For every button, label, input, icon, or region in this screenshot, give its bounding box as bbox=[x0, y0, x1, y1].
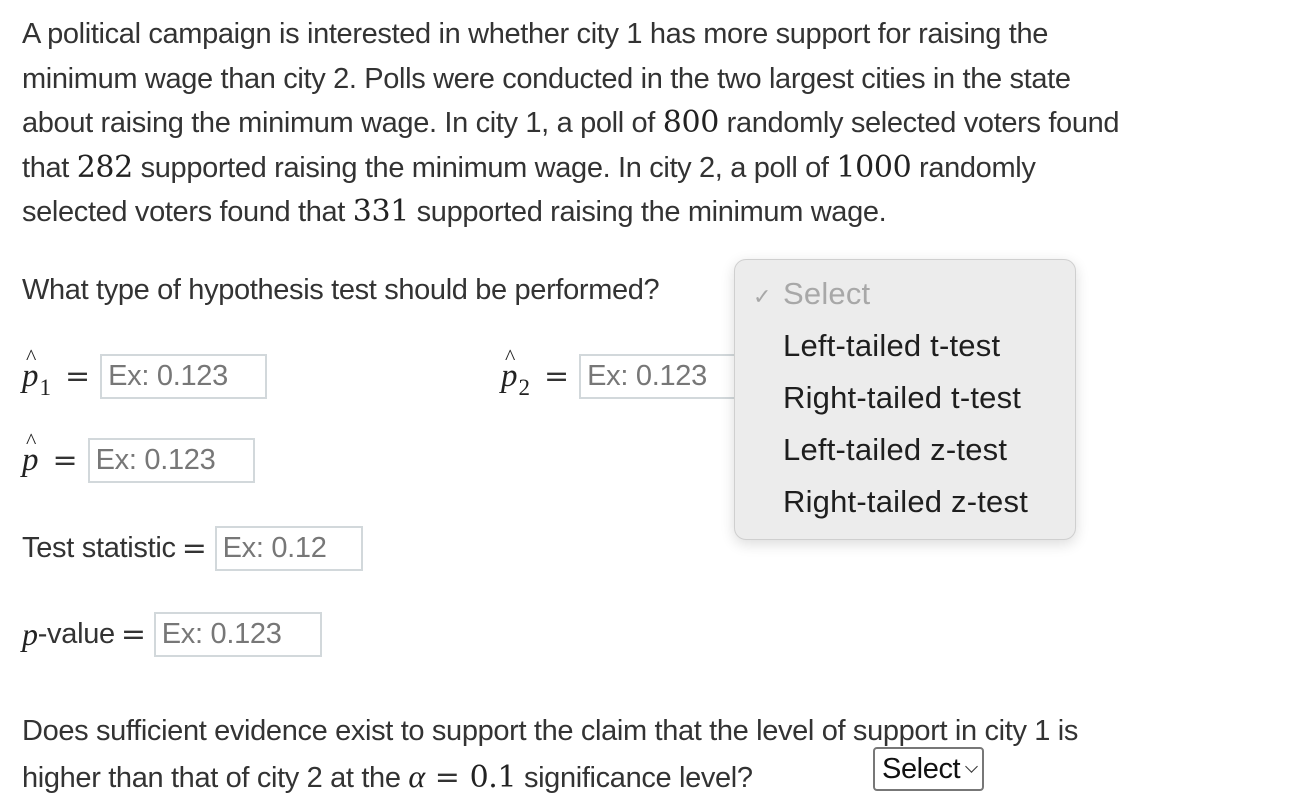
test-type-option-left-t[interactable]: Left-tailed t-test bbox=[783, 328, 1000, 364]
problem-line-5: selected voters found that 331 supported… bbox=[22, 190, 1272, 235]
equals-sign: = bbox=[52, 443, 78, 478]
p-hat-row: ^ p = bbox=[22, 428, 255, 483]
p1-hat-input[interactable] bbox=[100, 354, 268, 399]
alpha-symbol: α bbox=[408, 757, 425, 794]
test-type-option-right-z[interactable]: Right-tailed z-test bbox=[783, 484, 1028, 520]
checkmark-icon: ✓ bbox=[753, 284, 772, 309]
p-hat-input[interactable] bbox=[87, 438, 255, 483]
equals-sign: = bbox=[181, 531, 207, 566]
p-value-label: -value bbox=[37, 618, 115, 650]
problem-line-3: about raising the minimum wage. In city … bbox=[22, 101, 1272, 146]
conclusion-line-1: Does sufficient evidence exist to suppor… bbox=[22, 715, 1079, 747]
problem-text: supported raising the minimum wage. In c… bbox=[132, 151, 837, 184]
hat-accent: ^ bbox=[26, 344, 37, 369]
problem-text: randomly bbox=[911, 151, 1036, 184]
alpha-value: 0.1 bbox=[469, 759, 517, 795]
p2-hat-input[interactable] bbox=[579, 354, 747, 399]
hat-accent: ^ bbox=[505, 344, 516, 369]
hat-accent: ^ bbox=[26, 428, 37, 453]
successes-city-1: 282 bbox=[76, 149, 134, 185]
problem-text: supported raising the minimum wage. bbox=[408, 196, 887, 229]
test-type-option-select[interactable]: Select bbox=[783, 276, 870, 312]
conclusion-line-2: higher than that of city 2 at the α = 0.1 … bbox=[22, 754, 1272, 801]
test-type-row: What type of hypothesis test should be p… bbox=[22, 274, 660, 307]
conclusion-select[interactable]: Select bbox=[873, 747, 985, 791]
problem-text: that bbox=[22, 151, 77, 184]
equals-sign: = bbox=[120, 617, 146, 652]
problem-line-1: A political campaign is interested in wh… bbox=[22, 18, 1049, 50]
p-value-symbol: p bbox=[22, 616, 38, 652]
conclusion-question: Does sufficient evidence exist to suppor… bbox=[22, 709, 1272, 800]
successes-city-2: 331 bbox=[352, 194, 410, 230]
problem-text: selected voters found that bbox=[22, 196, 353, 229]
test-statistic-label: Test statistic bbox=[22, 532, 176, 564]
p-value-input[interactable] bbox=[153, 612, 322, 657]
conclusion-text: higher than that of city 2 at the bbox=[22, 761, 409, 794]
p1-hat-symbol: ^ p1 bbox=[22, 344, 51, 400]
test-statistic-row: Test statistic = bbox=[22, 526, 363, 571]
sample-size-city-2: 1000 bbox=[836, 149, 912, 185]
problem-line-2: minimum wage than city 2. Polls were con… bbox=[22, 62, 1071, 95]
problem-line-4: that 282 supported raising the minimum w… bbox=[22, 146, 1272, 191]
sample-size-city-1: 800 bbox=[662, 105, 720, 141]
subscript: 1 bbox=[39, 375, 52, 400]
test-type-dropdown-menu[interactable]: ✓ Select Left-tailed t-test Right-tailed… bbox=[734, 259, 1076, 540]
p-value-row: p -value = bbox=[22, 612, 322, 657]
p1-hat-row: ^ p1 = bbox=[22, 344, 268, 400]
equals-sign: = bbox=[434, 759, 460, 795]
conclusion-select-label: Select bbox=[882, 752, 961, 785]
p2-hat-row: ^ p2 = bbox=[501, 344, 747, 400]
test-type-option-right-t[interactable]: Right-tailed t-test bbox=[783, 380, 1021, 416]
test-type-question: What type of hypothesis test should be p… bbox=[22, 274, 660, 306]
chevron-down-icon bbox=[965, 759, 979, 773]
equals-sign: = bbox=[65, 359, 91, 394]
test-statistic-input[interactable] bbox=[214, 526, 363, 571]
test-type-option-left-z[interactable]: Left-tailed z-test bbox=[783, 432, 1007, 468]
p2-hat-symbol: ^ p2 bbox=[501, 344, 530, 400]
problem-statement: A political campaign is interested in wh… bbox=[22, 12, 1272, 235]
subscript: 2 bbox=[518, 375, 531, 400]
conclusion-text: significance level? bbox=[516, 761, 753, 794]
equals-sign: = bbox=[544, 359, 570, 394]
problem-text: randomly selected voters found bbox=[718, 107, 1120, 140]
problem-text: about raising the minimum wage. In city … bbox=[22, 107, 663, 140]
p-hat-symbol: ^ p bbox=[22, 428, 39, 479]
